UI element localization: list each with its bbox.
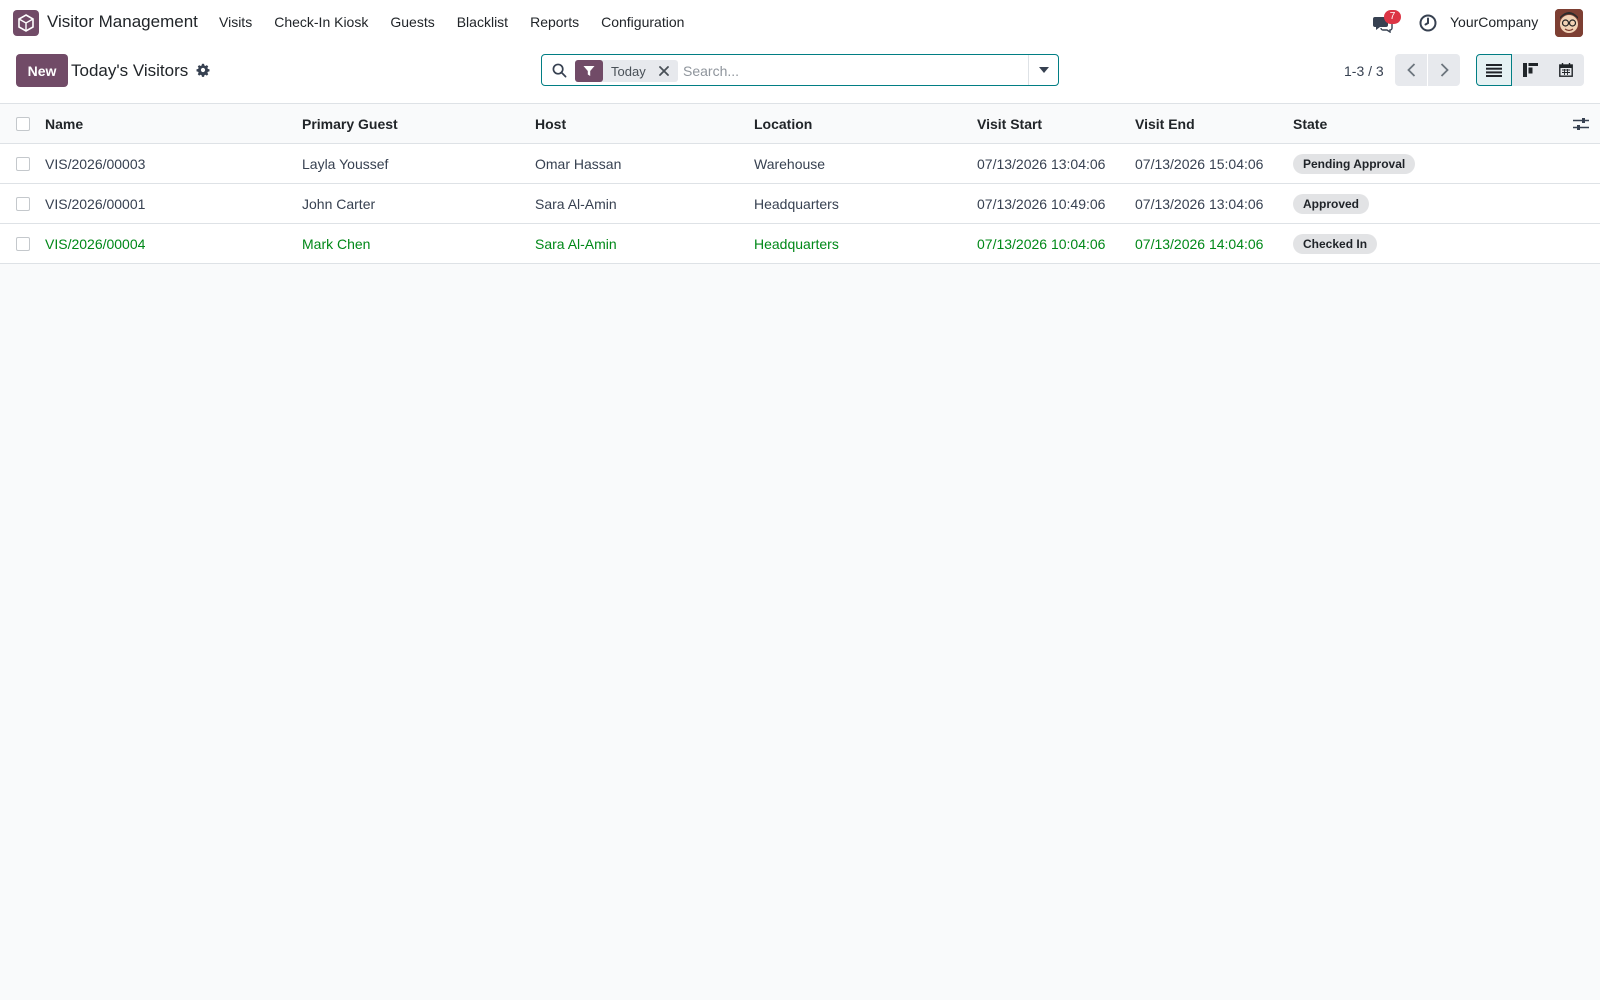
main-menu: Visits Check-In Kiosk Guests Blacklist R…: [219, 14, 706, 30]
cell-primary-guest: Mark Chen: [302, 236, 371, 252]
chevron-left-icon: [1406, 63, 1415, 77]
search-options-toggle[interactable]: [1028, 55, 1058, 85]
gear-icon[interactable]: [196, 63, 210, 77]
app-logo-icon[interactable]: [13, 10, 39, 36]
pager-previous-button[interactable]: [1395, 54, 1427, 86]
cell-host: Sara Al-Amin: [535, 236, 617, 252]
caret-down-icon: [1038, 67, 1049, 73]
optional-columns-icon[interactable]: [1573, 117, 1589, 131]
search-facet-today[interactable]: Today: [575, 60, 678, 82]
menu-item-visits[interactable]: Visits: [219, 14, 252, 30]
search-icon[interactable]: [552, 63, 567, 78]
calendar-icon: [1559, 63, 1573, 77]
select-all-checkbox[interactable]: [16, 117, 30, 131]
activity-clock-icon[interactable]: [1418, 13, 1438, 33]
cell-name: VIS/2026/00003: [45, 156, 146, 172]
kanban-icon: [1522, 63, 1538, 77]
filter-icon: [575, 60, 603, 82]
user-avatar[interactable]: [1555, 9, 1583, 37]
cell-name: VIS/2026/00001: [45, 196, 146, 212]
menu-item-guests[interactable]: Guests: [390, 14, 434, 30]
top-navbar: Visitor Management Visits Check-In Kiosk…: [0, 0, 1600, 46]
column-header-visit-start[interactable]: Visit Start: [977, 116, 1042, 132]
list-view-button[interactable]: [1476, 54, 1512, 86]
cell-location: Warehouse: [754, 156, 826, 172]
status-badge: Approved: [1293, 194, 1370, 214]
new-button[interactable]: New: [16, 54, 68, 87]
cell-visit-start: 07/13/2026 10:49:06: [977, 196, 1106, 212]
cell-visit-start: 07/13/2026 10:04:06: [977, 236, 1106, 252]
cell-host: Sara Al-Amin: [535, 196, 617, 212]
company-switcher[interactable]: YourCompany: [1450, 14, 1538, 30]
cell-visit-end: 07/13/2026 15:04:06: [1135, 156, 1264, 172]
facet-label: Today: [611, 63, 646, 79]
control-panel: New Today's Visitors Today 1-3 / 3: [0, 46, 1600, 104]
menu-item-blacklist[interactable]: Blacklist: [457, 14, 508, 30]
cell-host: Omar Hassan: [535, 156, 622, 172]
menu-item-configuration[interactable]: Configuration: [601, 14, 684, 30]
cell-name: VIS/2026/00004: [45, 236, 146, 252]
kanban-view-button[interactable]: [1512, 54, 1548, 86]
row-checkbox[interactable]: [16, 157, 30, 171]
table-row[interactable]: VIS/2026/00004 Mark Chen Sara Al-Amin He…: [0, 224, 1600, 264]
pager-value[interactable]: 1-3 / 3: [1344, 63, 1384, 79]
visitors-table: Name Primary Guest Host Location Visit S…: [0, 104, 1600, 264]
column-header-primary-guest[interactable]: Primary Guest: [302, 116, 398, 132]
status-badge: Checked In: [1293, 234, 1378, 254]
search-bar: Today: [541, 54, 1059, 86]
menu-item-reports[interactable]: Reports: [530, 14, 579, 30]
table-header: Name Primary Guest Host Location Visit S…: [0, 104, 1600, 144]
search-input[interactable]: [683, 60, 1019, 82]
row-checkbox[interactable]: [16, 237, 30, 251]
cell-primary-guest: Layla Youssef: [302, 156, 389, 172]
table-row[interactable]: VIS/2026/00001 John Carter Sara Al-Amin …: [0, 184, 1600, 224]
cell-visit-end: 07/13/2026 14:04:06: [1135, 236, 1264, 252]
app-name[interactable]: Visitor Management: [47, 12, 198, 32]
menu-item-check-in-kiosk[interactable]: Check-In Kiosk: [274, 14, 368, 30]
column-header-visit-end[interactable]: Visit End: [1135, 116, 1195, 132]
cell-location: Headquarters: [754, 236, 839, 252]
pager-next-button[interactable]: [1428, 54, 1460, 86]
column-header-host[interactable]: Host: [535, 116, 566, 132]
cell-visit-start: 07/13/2026 13:04:06: [977, 156, 1106, 172]
page-title: Today's Visitors: [71, 61, 189, 80]
messages-count-badge: 7: [1384, 10, 1401, 24]
cell-location: Headquarters: [754, 196, 839, 212]
chevron-right-icon: [1440, 63, 1449, 77]
row-checkbox[interactable]: [16, 197, 30, 211]
column-header-location[interactable]: Location: [754, 116, 812, 132]
close-icon[interactable]: [656, 60, 672, 82]
list-icon: [1486, 63, 1502, 77]
messages-button[interactable]: 7: [1373, 10, 1401, 34]
table-row[interactable]: VIS/2026/00003 Layla Youssef Omar Hassan…: [0, 144, 1600, 184]
column-header-name[interactable]: Name: [45, 116, 83, 132]
status-badge: Pending Approval: [1293, 154, 1416, 174]
cell-visit-end: 07/13/2026 13:04:06: [1135, 196, 1264, 212]
calendar-view-button[interactable]: [1548, 54, 1584, 86]
cell-primary-guest: John Carter: [302, 196, 376, 212]
column-header-state[interactable]: State: [1293, 116, 1327, 132]
